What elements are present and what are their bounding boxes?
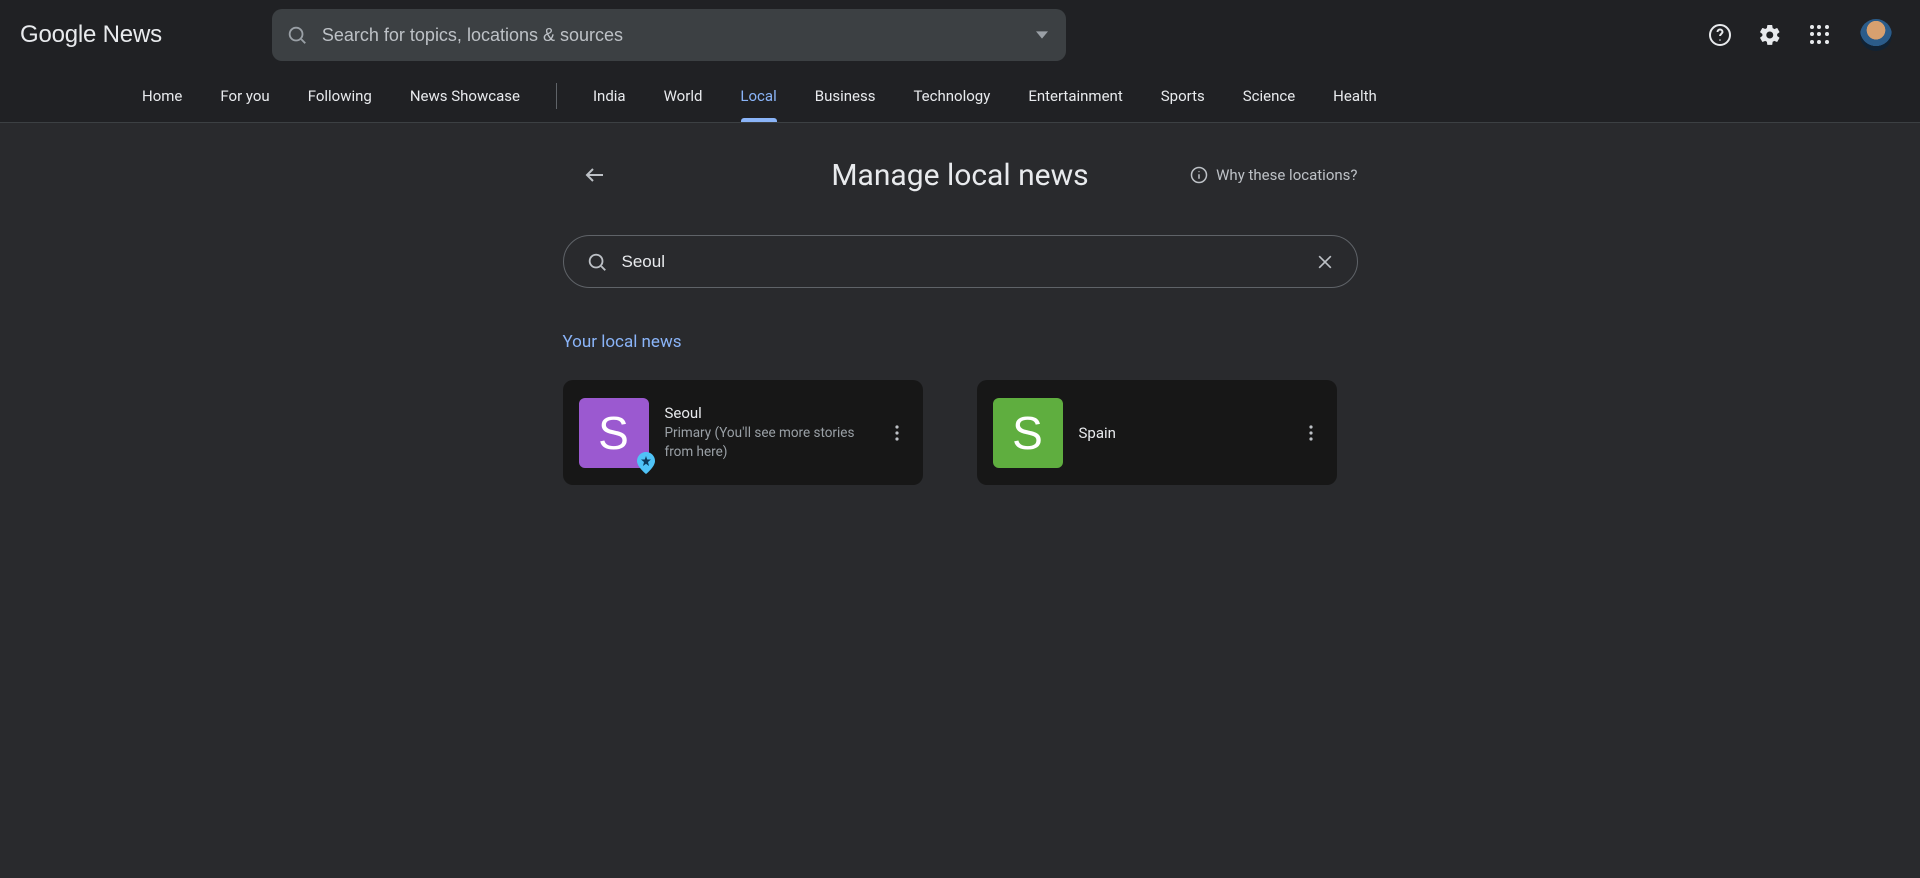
primary-pin-icon bbox=[637, 452, 655, 474]
card-overflow-menu-icon[interactable] bbox=[1301, 417, 1321, 449]
help-icon[interactable] bbox=[1708, 23, 1732, 47]
global-search[interactable] bbox=[272, 9, 1066, 61]
nav-science[interactable]: Science bbox=[1241, 70, 1297, 122]
card-overflow-menu-icon[interactable] bbox=[887, 417, 907, 449]
nav-sports[interactable]: Sports bbox=[1159, 70, 1207, 122]
header-actions bbox=[1708, 17, 1900, 53]
search-icon bbox=[286, 24, 308, 46]
apps-icon[interactable] bbox=[1808, 23, 1832, 47]
back-button[interactable] bbox=[577, 157, 613, 193]
tile-letter: S bbox=[598, 406, 629, 460]
nav-entertainment[interactable]: Entertainment bbox=[1026, 70, 1124, 122]
nav-india[interactable]: India bbox=[591, 70, 628, 122]
logo[interactable]: Google News bbox=[20, 21, 162, 49]
why-locations-label: Why these locations? bbox=[1216, 166, 1357, 184]
nav-world[interactable]: World bbox=[662, 70, 705, 122]
main-content: Manage local news Why these locations? Y… bbox=[0, 123, 1920, 525]
settings-icon[interactable] bbox=[1758, 23, 1782, 47]
location-search-input[interactable] bbox=[622, 252, 1301, 272]
clear-search-icon[interactable] bbox=[1315, 252, 1335, 272]
location-card-seoul[interactable]: S Seoul Primary (You'll see more stories… bbox=[563, 380, 923, 485]
global-search-input[interactable] bbox=[322, 25, 1018, 46]
nav-following[interactable]: Following bbox=[306, 70, 374, 122]
location-title: Spain bbox=[1079, 424, 1285, 442]
location-search[interactable] bbox=[563, 235, 1358, 288]
location-tile: S bbox=[993, 398, 1063, 468]
page-title: Manage local news bbox=[831, 158, 1088, 193]
navigation-tabs: Home For you Following News Showcase Ind… bbox=[0, 70, 1920, 123]
page-header: Manage local news Why these locations? bbox=[563, 151, 1358, 199]
info-icon bbox=[1190, 166, 1208, 184]
nav-health[interactable]: Health bbox=[1331, 70, 1379, 122]
section-title-your-local-news: Your local news bbox=[563, 332, 1358, 352]
nav-business[interactable]: Business bbox=[813, 70, 878, 122]
search-icon bbox=[586, 251, 608, 273]
why-locations-link[interactable]: Why these locations? bbox=[1190, 166, 1357, 184]
search-dropdown-icon[interactable] bbox=[1032, 29, 1052, 41]
nav-technology[interactable]: Technology bbox=[911, 70, 992, 122]
account-avatar[interactable] bbox=[1858, 17, 1894, 53]
tile-letter: S bbox=[1012, 406, 1043, 460]
location-cards: S Seoul Primary (You'll see more stories… bbox=[563, 380, 1358, 485]
location-title: Seoul bbox=[665, 404, 871, 422]
location-card-spain[interactable]: S Spain bbox=[977, 380, 1337, 485]
nav-for-you[interactable]: For you bbox=[218, 70, 271, 122]
location-subtitle: Primary (You'll see more stories from he… bbox=[665, 424, 865, 460]
location-tile: S bbox=[579, 398, 649, 468]
app-header: Google News bbox=[0, 0, 1920, 70]
nav-local[interactable]: Local bbox=[738, 70, 778, 122]
nav-news-showcase[interactable]: News Showcase bbox=[408, 70, 522, 122]
nav-separator bbox=[556, 83, 557, 109]
nav-home[interactable]: Home bbox=[140, 70, 184, 122]
